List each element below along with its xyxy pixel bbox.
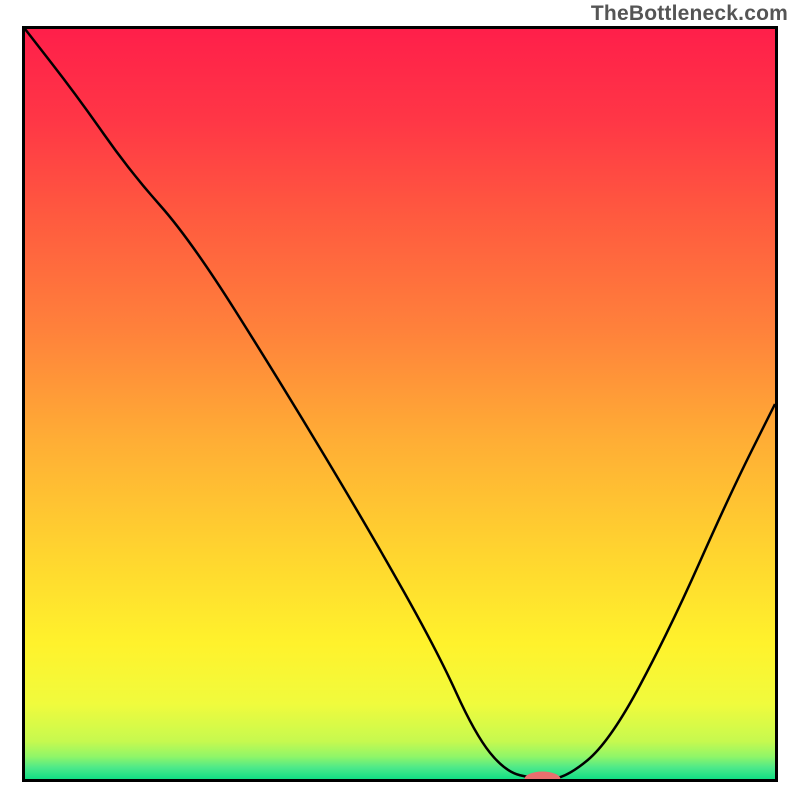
plot-svg (25, 29, 775, 779)
chart-container: TheBottleneck.com (0, 0, 800, 800)
watermark-label: TheBottleneck.com (591, 2, 788, 26)
plot-area (22, 26, 778, 782)
gradient-background (25, 29, 775, 779)
